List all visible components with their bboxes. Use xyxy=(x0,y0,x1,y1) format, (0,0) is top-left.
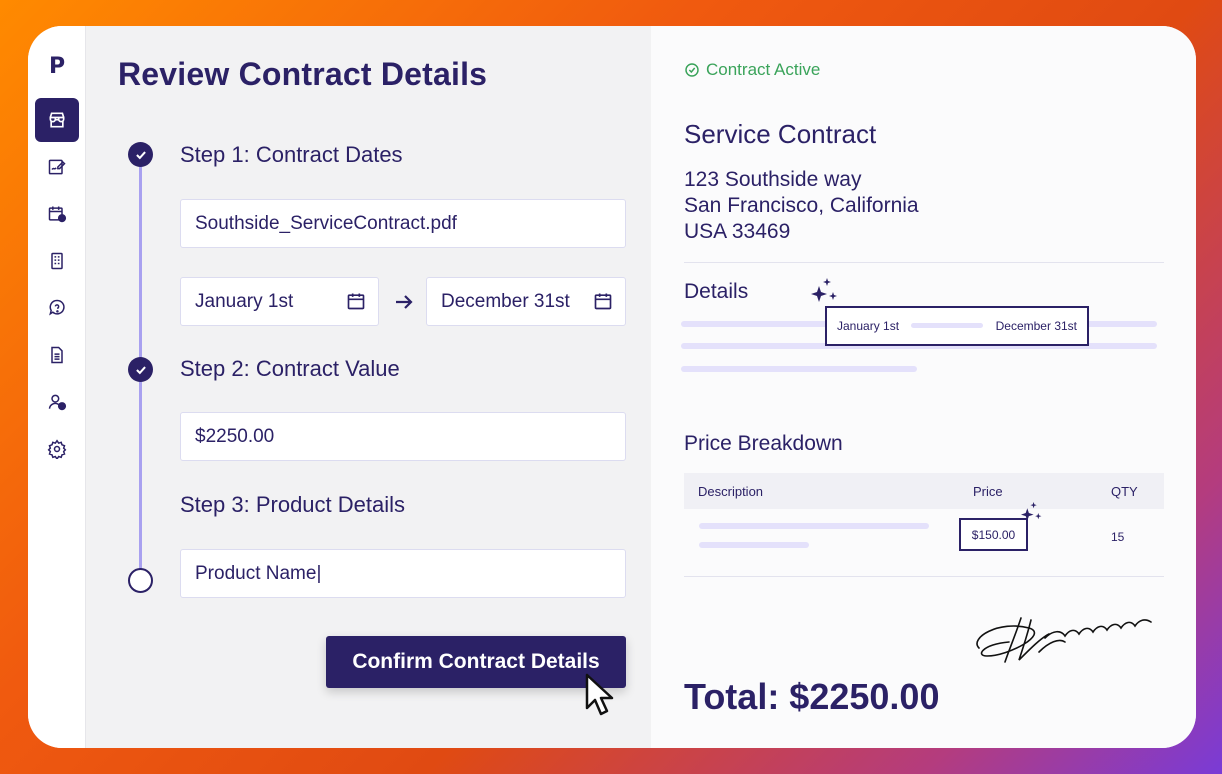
date-range-callout: January 1st December 31st xyxy=(825,306,1089,346)
file-name-input[interactable]: Southside_ServiceContract.pdf xyxy=(180,199,626,248)
help-chat-icon xyxy=(49,299,65,316)
signature-image xyxy=(976,617,1152,663)
step-3-pending-indicator xyxy=(128,568,153,593)
confirm-contract-button[interactable]: Confirm Contract Details xyxy=(326,636,626,688)
mouse-pointer-icon xyxy=(585,673,614,716)
sidebar-item-settings[interactable] xyxy=(35,427,79,471)
col-description: Description xyxy=(698,484,764,499)
sidebar-item-documents[interactable] xyxy=(35,333,79,377)
end-date-picker[interactable]: December 31st xyxy=(426,277,626,326)
contract-address: 123 Southside way San Francisco, Califor… xyxy=(684,167,919,245)
end-date-value: December 31st xyxy=(441,290,570,312)
contract-title: Service Contract xyxy=(684,119,877,149)
status-text: Contract Active xyxy=(706,60,821,79)
sidebar-item-contracts[interactable] xyxy=(35,145,79,189)
document-icon xyxy=(51,346,63,364)
contract-total: Total: $2250.00 xyxy=(684,676,940,717)
callout-end-date: December 31st xyxy=(995,319,1077,333)
sidebar-item-storefront[interactable] xyxy=(35,98,79,142)
product-name-input[interactable]: Product Name| xyxy=(180,549,626,598)
divider xyxy=(684,576,1164,577)
divider xyxy=(684,262,1164,263)
contract-preview-panel: Contract Active Service Contract 123 Sou… xyxy=(651,26,1196,748)
step-1-title: Step 1: Contract Dates xyxy=(180,142,403,167)
sparkle-icon xyxy=(811,278,837,302)
arrow-right-icon xyxy=(396,295,413,309)
start-date-picker[interactable]: January 1st xyxy=(180,277,379,326)
col-price: Price xyxy=(973,484,1003,499)
sidebar-item-help[interactable] xyxy=(35,286,79,330)
app-logo: P xyxy=(49,54,66,79)
product-name-value: Product Name| xyxy=(195,562,322,584)
placeholder-line xyxy=(699,523,929,529)
status-badge: Contract Active xyxy=(684,60,820,80)
step-1-check-icon xyxy=(128,142,153,167)
step-3-title: Step 3: Product Details xyxy=(180,492,406,517)
row-price: $150.00 xyxy=(971,527,1016,542)
sidebar-item-schedule[interactable] xyxy=(35,192,79,236)
contract-form-panel: Review Contract Details Step 1: Contract… xyxy=(86,26,651,748)
step-2-check-icon xyxy=(128,357,153,382)
start-date-value: January 1st xyxy=(195,290,294,312)
address-line-3: USA 33469 xyxy=(684,220,791,243)
file-name-value: Southside_ServiceContract.pdf xyxy=(195,212,457,234)
page-title: Review Contract Details xyxy=(118,56,488,92)
contract-value-input[interactable]: $2250.00 xyxy=(180,412,626,461)
app-window: P Review Contract Details Step 1: Contra… xyxy=(28,26,1196,748)
price-table-header: Description Price QTY xyxy=(684,473,1164,509)
placeholder-line xyxy=(681,366,917,372)
address-line-2: San Francisco, California xyxy=(684,194,919,217)
calendar-icon[interactable] xyxy=(593,291,613,311)
sparkle-icon xyxy=(1021,502,1042,521)
step-2-title: Step 2: Contract Value xyxy=(180,356,400,381)
contract-value: $2250.00 xyxy=(195,425,275,447)
placeholder-line xyxy=(699,542,809,548)
calendar-icon[interactable] xyxy=(346,291,366,311)
address-line-1: 123 Southside way xyxy=(684,168,862,191)
col-qty: QTY xyxy=(1111,484,1138,499)
gear-icon xyxy=(47,439,67,459)
sidebar-item-buildings[interactable] xyxy=(35,239,79,283)
check-circle-icon xyxy=(685,63,699,77)
row-qty: 15 xyxy=(1111,530,1125,544)
building-icon xyxy=(51,252,63,270)
price-breakdown-heading: Price Breakdown xyxy=(684,432,843,455)
sidebar: P xyxy=(28,26,86,748)
sidebar-item-users[interactable] xyxy=(35,380,79,424)
user-clock-icon xyxy=(48,394,67,411)
calendar-clock-icon xyxy=(48,206,67,223)
price-callout: $150.00 xyxy=(959,518,1028,551)
signed-document-icon xyxy=(48,159,66,175)
placeholder-line xyxy=(911,323,983,328)
storefront-icon xyxy=(49,112,65,128)
callout-start-date: January 1st xyxy=(837,319,900,333)
details-heading: Details xyxy=(684,280,749,303)
